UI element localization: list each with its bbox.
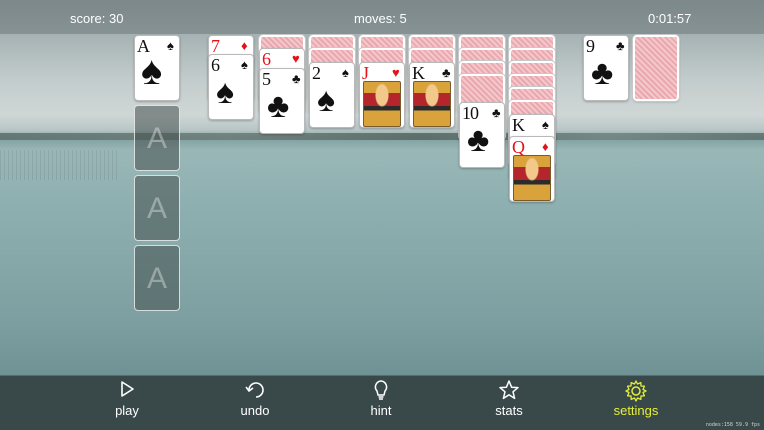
- card-rank: 10: [462, 103, 479, 123]
- foundation-slot-3[interactable]: A: [134, 175, 180, 241]
- slot-label: A: [146, 122, 167, 155]
- card-rank: 5: [262, 69, 271, 89]
- game-background: score: 30 moves: 5 0:01:57 A ♠ ♠ A A A 7…: [0, 0, 764, 430]
- club-icon: ♣: [492, 105, 501, 120]
- club-icon: ♣: [467, 121, 490, 159]
- tableau-card[interactable]: 5 ♣ ♣: [259, 68, 305, 134]
- card-rank: Q: [512, 137, 525, 157]
- tableau-card[interactable]: 10 ♣ ♣: [459, 102, 505, 168]
- tableau-card[interactable]: Q ♦: [509, 136, 555, 202]
- play-label: play: [115, 403, 139, 418]
- play-icon: [87, 379, 167, 403]
- tableau-card[interactable]: K ♣: [409, 62, 455, 128]
- card-rank: 9: [586, 36, 595, 56]
- lightbulb-icon: [341, 379, 421, 403]
- moves-label: moves: 5: [354, 11, 407, 26]
- settings-label: settings: [613, 403, 659, 418]
- shoreline: [0, 133, 764, 140]
- undo-icon: [215, 379, 295, 403]
- card-rank: 6: [262, 49, 271, 69]
- queen-portrait: [513, 155, 551, 201]
- tableau-card[interactable]: J ♥: [359, 62, 405, 128]
- spade-icon: ♠: [342, 65, 349, 80]
- tableau-card[interactable]: 6 ♠ ♠: [208, 54, 254, 120]
- card-rank: J: [362, 63, 370, 83]
- diamond-icon: ♦: [542, 139, 549, 154]
- fps-counter: nodes:158 59.9 fps: [705, 422, 760, 428]
- slot-label: A: [146, 192, 167, 225]
- tableau-card[interactable]: 2 ♠ ♠: [309, 62, 355, 128]
- spade-icon: ♠: [241, 57, 248, 72]
- spade-icon: ♠: [216, 73, 235, 111]
- gear-icon: [596, 379, 676, 403]
- undo-label: undo: [240, 403, 270, 418]
- club-icon: ♣: [591, 54, 614, 92]
- settings-button[interactable]: settings: [596, 379, 676, 418]
- hint-label: hint: [370, 403, 392, 418]
- spade-icon: ♠: [167, 38, 174, 53]
- jack-portrait: [363, 81, 401, 127]
- diamond-icon: ♦: [241, 38, 248, 53]
- spade-icon: ♠: [542, 117, 549, 132]
- undo-button[interactable]: undo: [215, 379, 295, 418]
- foundation-slot-2[interactable]: A: [134, 105, 180, 171]
- club-icon: ♣: [292, 71, 301, 86]
- stats-label: stats: [495, 403, 523, 418]
- bottom-toolbar: play undo hint stats settings nodes:158 …: [0, 375, 764, 430]
- card-rank: 7: [211, 36, 220, 56]
- spade-icon: ♠: [317, 81, 336, 119]
- score-label: score: 30: [70, 11, 124, 26]
- card-rank: K: [512, 115, 525, 135]
- card-rank: K: [412, 63, 425, 83]
- waste-card[interactable]: 9 ♣ ♣: [583, 35, 629, 101]
- foundation-slot-4[interactable]: A: [134, 245, 180, 311]
- hint-button[interactable]: hint: [341, 379, 421, 418]
- star-icon: [469, 379, 549, 403]
- spade-icon: ♠: [141, 49, 163, 93]
- foundation-spade-card[interactable]: A ♠ ♠: [134, 35, 180, 101]
- card-rank: 6: [211, 55, 220, 75]
- play-button[interactable]: play: [87, 379, 167, 418]
- club-icon: ♣: [267, 87, 290, 125]
- slot-label: A: [146, 262, 167, 295]
- heart-icon: ♥: [392, 65, 400, 80]
- status-bar: score: 30 moves: 5 0:01:57: [0, 0, 764, 34]
- stock-pile[interactable]: [632, 34, 680, 102]
- heart-icon: ♥: [292, 51, 300, 66]
- timer-label: 0:01:57: [648, 11, 692, 26]
- club-icon: ♣: [616, 38, 625, 53]
- club-icon: ♣: [442, 65, 451, 80]
- card-rank: 2: [312, 63, 321, 83]
- king-portrait: [413, 81, 451, 127]
- stats-button[interactable]: stats: [469, 379, 549, 418]
- reeds: [0, 150, 120, 180]
